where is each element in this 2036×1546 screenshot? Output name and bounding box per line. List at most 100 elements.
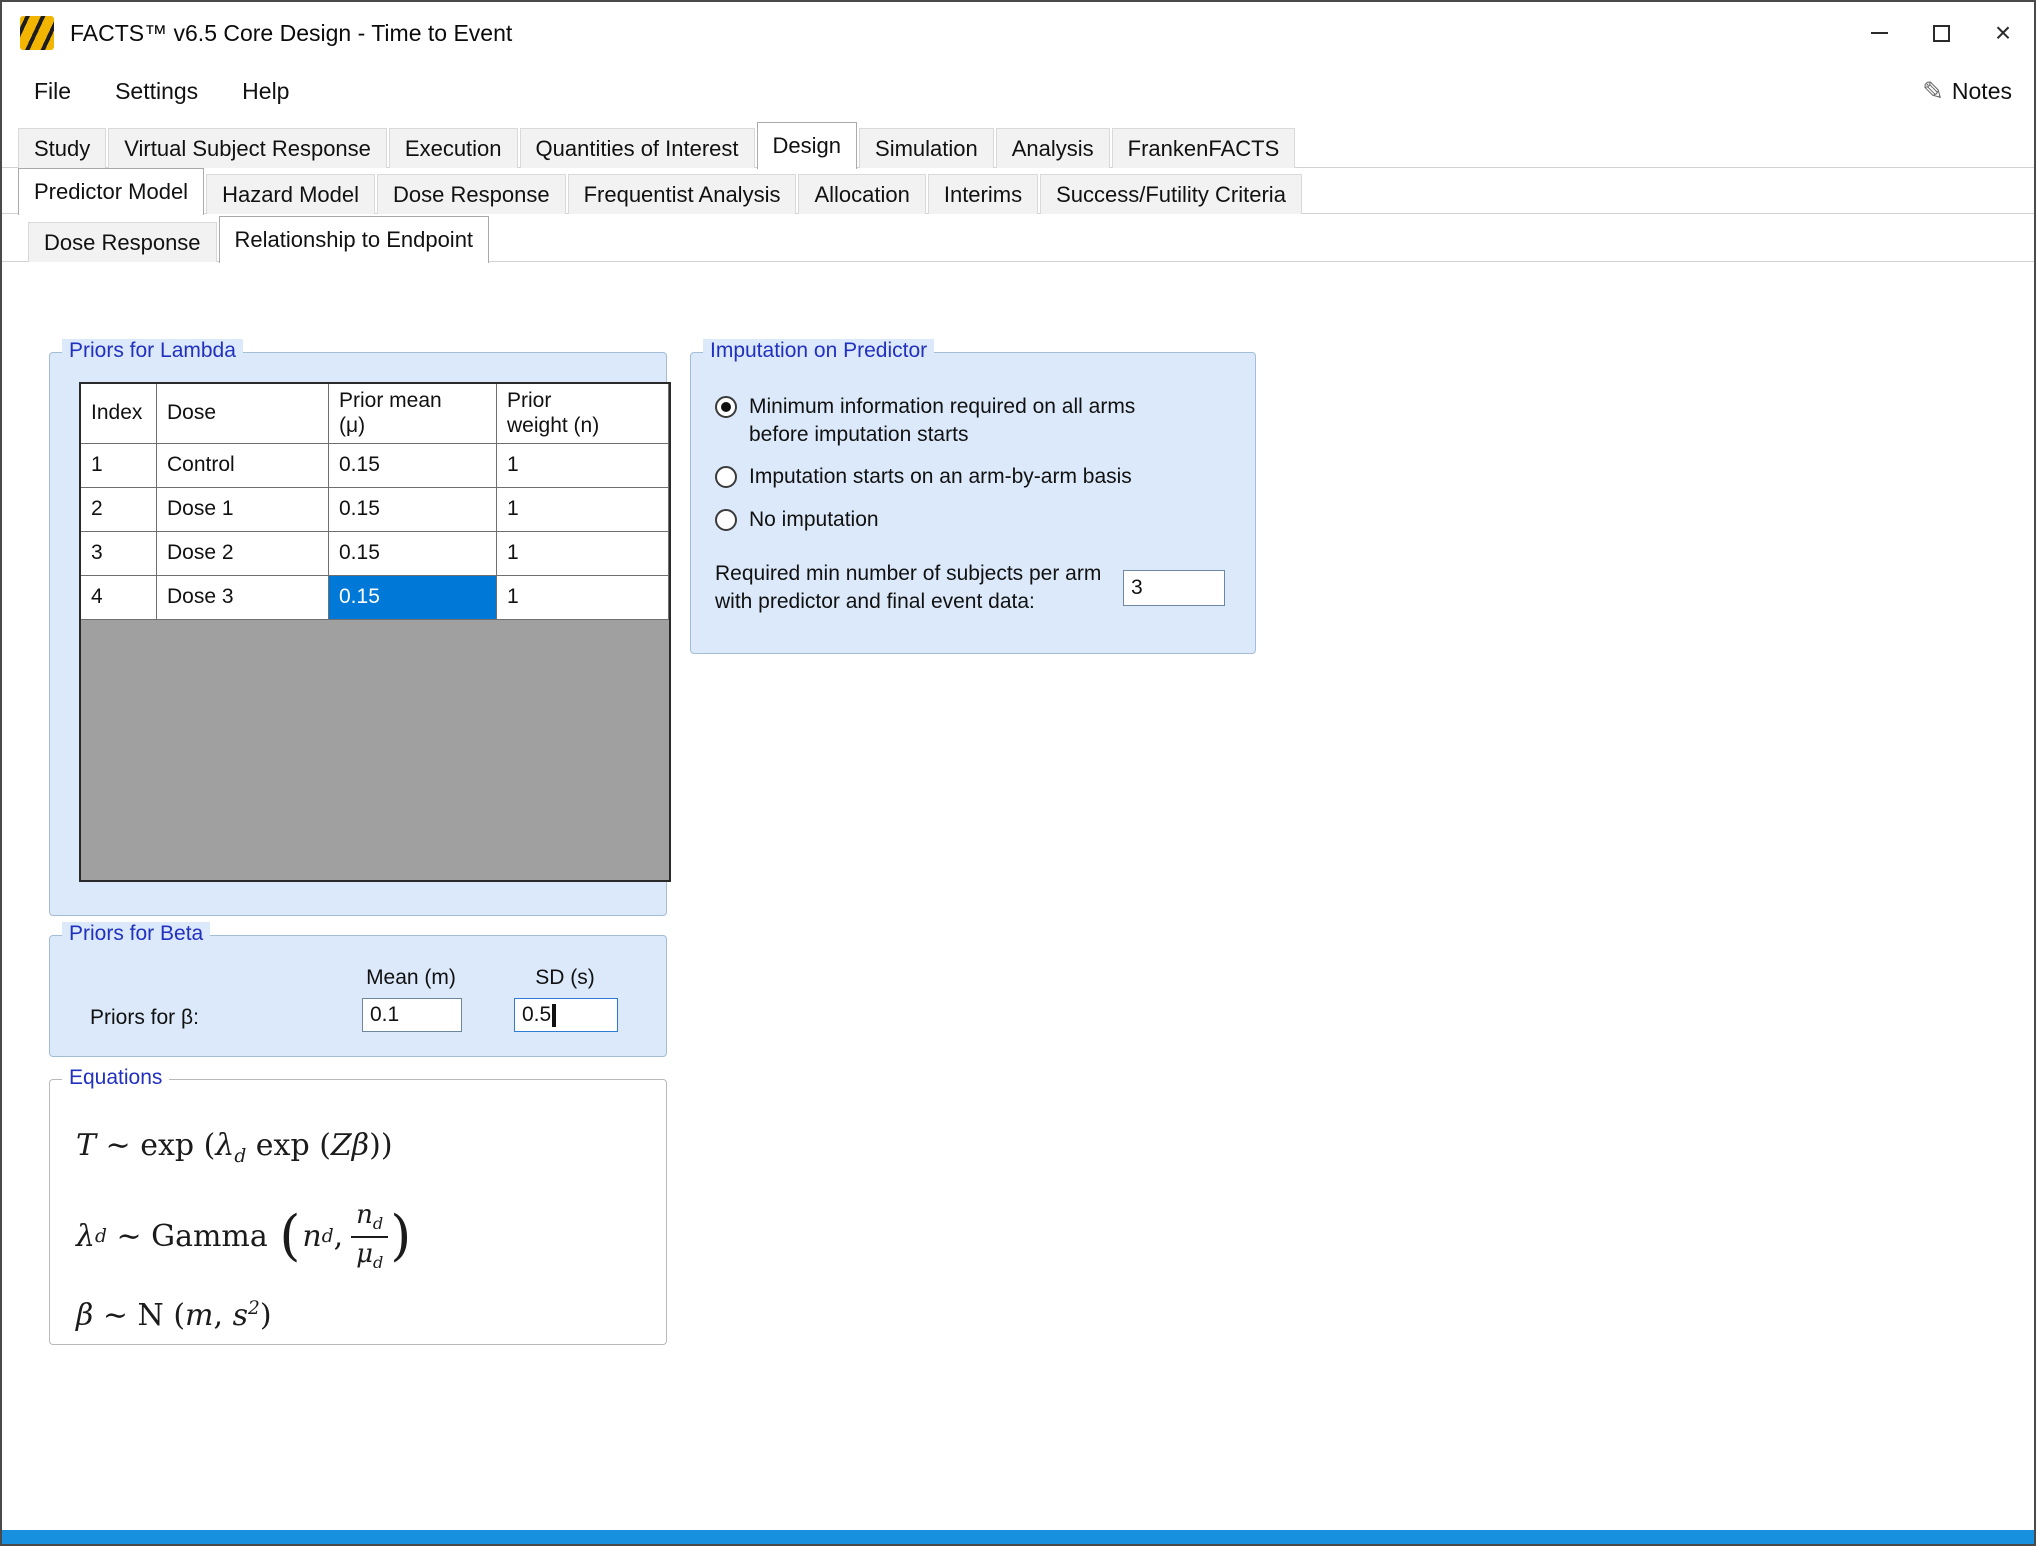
bottom-accent-bar [2,1530,2034,1544]
notes-label: Notes [1952,78,2012,105]
beta-row-label: Priors for β: [90,1006,199,1030]
col-header-prior-mean[interactable]: Prior mean (μ) [329,384,497,444]
left-paren: ( [279,1212,300,1261]
cell-dose-1[interactable]: Control [157,444,329,488]
col-header-label: Prior mean [339,389,496,413]
minimize-icon [1871,32,1888,34]
selected-cell-mean-4[interactable]: 0.15 [329,576,497,620]
cell-mean-1[interactable]: 0.15 [329,444,497,488]
col-header-index[interactable]: Index [81,384,157,444]
close-button[interactable]: × [1972,2,2034,64]
predictor-tabstrip: Dose Response Relationship to Endpoint [2,214,2034,262]
radio-option-min-info[interactable]: Minimum information required on all arms… [715,393,1255,448]
tab-frankenfacts[interactable]: FrankenFACTS [1112,128,1296,168]
min-subjects-label: Required min number of subjects per arm … [715,560,1115,615]
menu-item-help[interactable]: Help [220,64,311,118]
col-header-label: (μ) [339,414,496,438]
group-title-priors-lambda: Priors for Lambda [62,339,243,363]
grid-empty-area [81,620,669,880]
grid-row-4: 4 Dose 3 0.15 1 [81,576,669,620]
tab-analysis[interactable]: Analysis [996,128,1110,168]
lambda-grid: Index Dose Prior mean (μ) Prior weight (… [79,382,671,882]
cell-dose-4[interactable]: Dose 3 [157,576,329,620]
col-header-label: Index [91,401,156,425]
cell-index-3[interactable]: 3 [81,532,157,576]
menu-item-file[interactable]: File [12,64,93,118]
radio-label: Imputation starts on an arm-by-arm basis [749,463,1132,491]
maximize-button[interactable] [1910,2,1972,64]
equation-t: T ∼ exp (λd exp (Zβ)) [76,1128,666,1167]
col-header-label: Prior [507,389,668,413]
equation-beta: β ∼ N (m, s2) [76,1298,666,1333]
cell-dose-3[interactable]: Dose 2 [157,532,329,576]
notes-button[interactable]: ✎ Notes [1922,76,2012,107]
group-title-priors-beta: Priors for Beta [62,922,210,946]
min-subjects-input[interactable] [1123,570,1225,606]
notes-icon: ✎ [1922,76,1944,107]
tab-success-futility-criteria[interactable]: Success/Futility Criteria [1040,174,1302,214]
beta-mean-header: Mean (m) [346,966,476,990]
tab-simulation[interactable]: Simulation [859,128,994,168]
titlebar: FACTS™ v6.5 Core Design - Time to Event … [2,2,2034,64]
cell-weight-4[interactable]: 1 [497,576,669,620]
fraction: ndμd [351,1201,388,1272]
grid-row-1: 1 Control 0.15 1 [81,444,669,488]
tab-virtual-subject-response[interactable]: Virtual Subject Response [108,128,387,168]
cell-weight-3[interactable]: 1 [497,532,669,576]
beta-sd-header: SD (s) [500,966,630,990]
tab-pred-dose-response[interactable]: Dose Response [28,222,217,262]
cell-index-4[interactable]: 4 [81,576,157,620]
cell-weight-2[interactable]: 1 [497,488,669,532]
tab-design[interactable]: Design [757,122,857,169]
menu-item-settings[interactable]: Settings [93,64,220,118]
col-header-label: weight (n) [507,414,668,438]
right-paren: ) [390,1212,411,1261]
beta-mean-input[interactable] [362,998,462,1032]
tab-predictor-model[interactable]: Predictor Model [18,168,204,215]
tab-frequentist-analysis[interactable]: Frequentist Analysis [568,174,797,214]
main-tabstrip: Study Virtual Subject Response Execution… [2,118,2034,168]
maximize-icon [1933,25,1950,42]
tab-interims[interactable]: Interims [928,174,1038,214]
radio-unselected-icon [715,466,737,488]
radio-option-no-imputation[interactable]: No imputation [715,506,1255,534]
tab-dose-response[interactable]: Dose Response [377,174,566,214]
radio-option-arm-by-arm[interactable]: Imputation starts on an arm-by-arm basis [715,463,1255,491]
group-title-imputation: Imputation on Predictor [703,339,934,363]
text-caret [552,1004,556,1027]
tab-hazard-model[interactable]: Hazard Model [206,174,375,214]
col-header-dose[interactable]: Dose [157,384,329,444]
tab-quantities-of-interest[interactable]: Quantities of Interest [520,128,755,168]
group-priors-lambda: Priors for Lambda Index Dose Prior mean … [49,352,667,916]
cell-mean-2[interactable]: 0.15 [329,488,497,532]
group-equations: Equations T ∼ exp (λd exp (Zβ)) λd ∼ Gam… [49,1079,667,1345]
grid-row-3: 3 Dose 2 0.15 1 [81,532,669,576]
group-priors-beta: Priors for Beta Mean (m) SD (s) Priors f… [49,935,667,1057]
cell-index-1[interactable]: 1 [81,444,157,488]
beta-sd-value: 0.5 [522,1003,551,1027]
group-title-equations: Equations [62,1066,169,1090]
radio-selected-icon [715,396,737,418]
col-header-prior-weight[interactable]: Prior weight (n) [497,384,669,444]
radio-label: No imputation [749,506,879,534]
tab-allocation[interactable]: Allocation [798,174,925,214]
tab-study[interactable]: Study [18,128,106,168]
beta-sd-input[interactable]: 0.5 [514,998,618,1032]
col-header-label: Dose [167,401,328,425]
cell-index-2[interactable]: 2 [81,488,157,532]
radio-unselected-icon [715,509,737,531]
app-window: FACTS™ v6.5 Core Design - Time to Event … [0,0,2036,1546]
cell-mean-3[interactable]: 0.15 [329,532,497,576]
tab-execution[interactable]: Execution [389,128,518,168]
design-tabstrip: Predictor Model Hazard Model Dose Respon… [2,168,2034,214]
facts-logo-icon [20,16,54,50]
tab-relationship-to-endpoint[interactable]: Relationship to Endpoint [219,216,490,263]
window-controls: × [1848,2,2034,64]
cell-weight-1[interactable]: 1 [497,444,669,488]
cell-dose-2[interactable]: Dose 1 [157,488,329,532]
page-content: Priors for Lambda Index Dose Prior mean … [2,262,2034,1530]
menubar: File Settings Help ✎ Notes [2,64,2034,118]
close-icon: × [1995,19,2011,47]
minimize-button[interactable] [1848,2,1910,64]
grid-row-2: 2 Dose 1 0.15 1 [81,488,669,532]
